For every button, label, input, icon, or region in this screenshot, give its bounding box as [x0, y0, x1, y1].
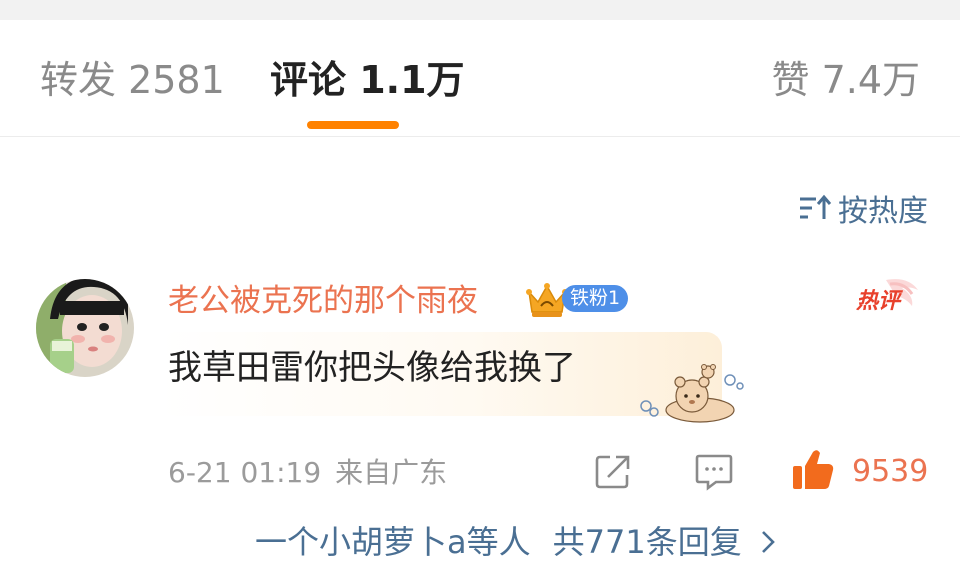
active-tab-indicator — [307, 121, 399, 129]
sort-by-hot-button[interactable]: 按热度 — [798, 188, 928, 229]
like-count: 9539 — [852, 454, 929, 489]
tab-repost[interactable]: 转发 2581 — [40, 58, 225, 102]
sort-icon — [800, 194, 832, 219]
comment-text: 我草田雷你把头像给我换了 — [168, 348, 576, 388]
fan-level-badge: 铁粉1 — [562, 285, 629, 312]
tab-bar: 转发 2581 评论 1.1万 赞 7.4万 — [0, 20, 960, 137]
status-bar — [0, 0, 960, 20]
reply-icon[interactable] — [694, 453, 734, 491]
bear-sticker-icon — [640, 364, 744, 423]
reply-total: 共771条回复 — [552, 523, 742, 561]
hot-comment-label: 热评 — [856, 289, 904, 314]
hot-comment-tag: 热评 — [856, 279, 918, 314]
reply-users: 一个小胡萝卜a等人 — [255, 523, 531, 561]
comment-source: 来自广东 — [335, 456, 448, 489]
tab-comment[interactable]: 评论 1.1万 — [270, 58, 465, 102]
thumbs-up-icon[interactable] — [790, 448, 836, 492]
sort-label: 按热度 — [838, 194, 928, 229]
tab-like[interactable]: 赞 7.4万 — [771, 58, 920, 102]
share-icon[interactable] — [594, 453, 632, 491]
avatar[interactable] — [36, 279, 134, 377]
chevron-right-icon — [761, 531, 775, 553]
view-replies-link[interactable]: 一个小胡萝卜a等人 共771条回复 — [255, 522, 776, 562]
comment-username[interactable]: 老公被克死的那个雨夜 — [168, 282, 478, 320]
comment-meta: 6-21 01:19 来自广东 — [168, 456, 447, 490]
comment-date: 6-21 01:19 — [168, 456, 322, 489]
